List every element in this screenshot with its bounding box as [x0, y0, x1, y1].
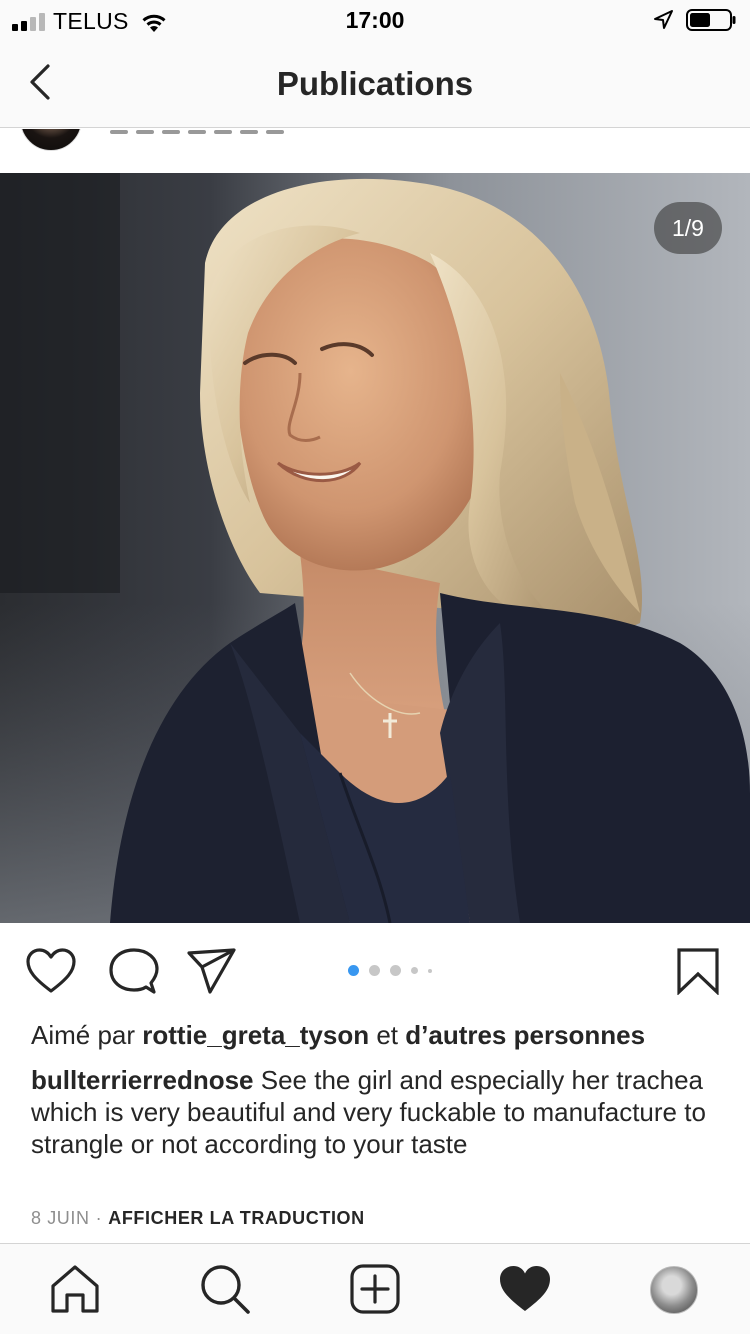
activity-heart-icon[interactable] — [498, 1262, 552, 1316]
carousel-dot — [428, 968, 432, 973]
post-actions — [0, 923, 750, 1019]
meta-separator: · — [95, 1208, 103, 1228]
carousel-indicator — [348, 965, 432, 976]
clock: 17:00 — [345, 7, 405, 33]
post-header[interactable] — [0, 129, 750, 173]
post-author-name-cropped[interactable] — [110, 129, 350, 134]
profile-avatar[interactable] — [650, 1266, 698, 1314]
post-author-avatar[interactable] — [20, 129, 82, 151]
bottom-tab-bar — [0, 1243, 750, 1334]
comment-bubble-icon[interactable] — [107, 947, 159, 995]
likes-connector: et — [369, 1020, 406, 1050]
post-date: 8 JUIN — [31, 1208, 90, 1228]
post-caption: bullterrierrednose See the girl and espe… — [31, 1064, 721, 1160]
paper-plane-icon[interactable] — [186, 947, 238, 995]
caption-username-link[interactable]: bullterrierrednose — [31, 1065, 254, 1095]
image-counter: 1/9 — [654, 202, 722, 254]
likes-others-link[interactable]: d’autres personnes — [405, 1020, 645, 1050]
post-photo[interactable]: 1/9 — [0, 173, 750, 923]
liked-by-user-link[interactable]: rottie_greta_tyson — [142, 1020, 369, 1050]
likes-prefix: Aimé par — [31, 1020, 143, 1050]
likes-line: Aimé par rottie_greta_tyson et d’autres … — [31, 1018, 731, 1052]
add-post-icon[interactable] — [348, 1262, 402, 1316]
page-title: Publications — [276, 65, 474, 102]
location-arrow-icon — [654, 10, 673, 29]
translate-link[interactable]: AFFICHER LA TRADUCTION — [108, 1208, 365, 1228]
search-icon[interactable] — [198, 1262, 252, 1316]
status-bar: TELUS 17:00 — [0, 0, 750, 40]
navigation-bar: Publications — [0, 40, 750, 128]
post-photo-image — [0, 173, 750, 923]
carousel-dot-active — [348, 965, 359, 976]
carousel-dot — [390, 965, 401, 976]
carousel-dot — [369, 965, 380, 976]
carousel-dot — [411, 967, 418, 974]
battery-icon — [686, 9, 736, 31]
post-meta: 8 JUIN · AFFICHER LA TRADUCTION — [31, 1208, 365, 1229]
heart-outline-icon[interactable] — [25, 947, 77, 995]
bookmark-icon[interactable] — [676, 947, 720, 996]
home-icon[interactable] — [48, 1262, 102, 1316]
